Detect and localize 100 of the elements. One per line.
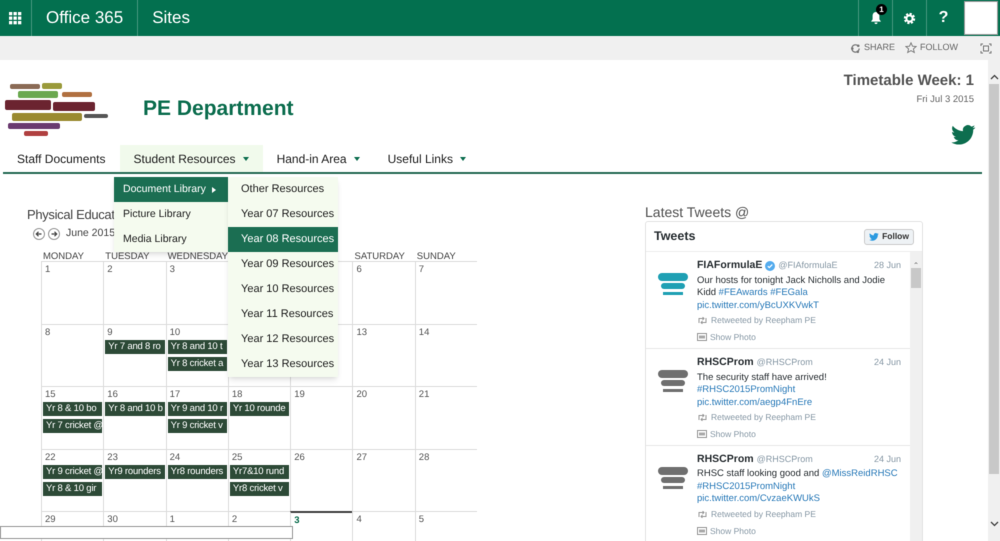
star-icon (904, 42, 917, 54)
scrollbar-thumb[interactable] (989, 84, 999, 474)
tweet-author[interactable]: RHSCProm (697, 354, 754, 370)
calendar-cell[interactable]: 4 (352, 511, 415, 541)
calendar-event[interactable]: Yr 8 & 10 gir (43, 482, 102, 496)
submenu-item[interactable]: Other Resources (228, 177, 338, 202)
tweet-link[interactable]: @MissReidRHSC (822, 468, 898, 480)
chevron-down-icon (990, 521, 998, 527)
submenu-item[interactable]: Year 10 Resources (228, 277, 338, 302)
date-number: 13 (356, 326, 368, 338)
calendar-cell[interactable]: 15 Yr 8 & 10 bo Yr 7 cricket @ (41, 386, 104, 448)
date-number: 14 (418, 326, 430, 338)
tweets-heading: Latest Tweets @ (645, 203, 750, 221)
calendar-cell[interactable]: 13 (352, 324, 415, 386)
calendar-event[interactable]: Yr 9 cricket @ (43, 464, 102, 478)
tweet-text: RHSC staff looking good and @MissReidRHSC #RHSC2015PromNight pic.twitter.com/CvzaeKWUkS (697, 468, 899, 506)
calendar-event[interactable]: Yr7&10 rund (230, 464, 290, 478)
date-number: 28 (418, 452, 430, 462)
nav-tab[interactable]: Useful Links (374, 145, 480, 172)
calendar-cell[interactable]: 18 Yr 10 rounde (228, 386, 290, 448)
date-number: 20 (356, 389, 368, 400)
calendar-cell[interactable]: 2 (103, 261, 166, 324)
calendar-cell[interactable]: 21 (414, 386, 478, 448)
calendar-event[interactable]: Yr 9 and 10 r (168, 402, 227, 416)
tweet-link[interactable]: #RHSC2015PromNight (697, 480, 796, 492)
action-button[interactable]: SHARE (850, 41, 895, 55)
calendar-event[interactable]: Yr 8 cricket a (168, 356, 227, 370)
calendar-cell[interactable]: 14 (414, 324, 478, 386)
current-date: Fri Jul 3 2015 (916, 92, 974, 106)
calendar-event[interactable]: Yr 10 rounde (230, 402, 290, 416)
follow-button[interactable]: Follow (864, 228, 914, 244)
tweet-author[interactable]: RHSCProm (697, 452, 754, 468)
tweet-link[interactable]: #RHSC2015PromNight (697, 384, 796, 395)
tweet-author[interactable]: FIAFormulaE (697, 258, 762, 274)
nav-tab[interactable]: Hand-in Area (262, 145, 374, 172)
tweet-link[interactable]: pic.twitter.com/CvzaeKWUkS (697, 493, 820, 504)
calendar-event[interactable]: Yr 8 and 10 b (105, 402, 165, 416)
date-number: 8 (45, 326, 50, 338)
calendar-cell[interactable]: 20 (352, 386, 415, 448)
calendar-cell[interactable]: 10 Yr 8 and 10 t Yr 8 cricket a (166, 324, 228, 386)
calendar-cell[interactable]: 25 Yr7&10 rund Yr8 cricket v (228, 448, 290, 511)
calendar-event[interactable]: Yr8 rounders (168, 464, 227, 478)
calendar-cell[interactable]: 16 Yr 8 and 10 b (103, 386, 166, 448)
tweet-link[interactable]: #FEAwards (718, 287, 768, 298)
previous-arrow-icon[interactable] (33, 228, 45, 240)
weekday-header: TUESDAY (105, 251, 150, 262)
calendar-cell[interactable]: 23 Yr9 rounders (103, 448, 166, 511)
calendar-event[interactable]: Yr9 rounders (105, 464, 165, 478)
calendar-cell[interactable]: 27 (352, 448, 415, 511)
calendar-cell[interactable]: 1 (41, 261, 104, 324)
date-number: 15 (45, 389, 56, 400)
calendar-cell[interactable]: 22 Yr 9 cricket @ Yr 8 & 10 gir (41, 448, 104, 511)
nav-tab[interactable]: Staff Documents (3, 145, 120, 172)
next-arrow-icon[interactable] (48, 228, 60, 240)
calendar-event[interactable]: Yr 8 and 10 t (168, 340, 227, 354)
calendar-cell[interactable]: 17 Yr 9 and 10 r Yr 9 cricket v (166, 386, 228, 448)
menu-item[interactable]: Media Library (114, 227, 228, 252)
grid-icon (9, 12, 22, 24)
calendar-cell[interactable]: 8 (41, 324, 104, 386)
avatar-box[interactable] (964, 1, 998, 35)
date-number: 1 (45, 264, 50, 275)
tweet-link[interactable]: #FEGala (770, 287, 808, 298)
calendar-event[interactable]: Yr 7 and 8 ro (105, 340, 165, 354)
date-number: 19 (294, 389, 305, 400)
menu-item[interactable]: Picture Library (114, 202, 228, 227)
page-scrollbar[interactable] (988, 60, 1000, 541)
weekday-header: WEDNESDAY (168, 251, 228, 262)
calendar-cell[interactable]: 7 (414, 261, 478, 324)
calendar-event[interactable]: Yr 7 cricket @ (43, 419, 102, 433)
submenu-item[interactable]: Year 08 Resources (228, 227, 338, 252)
weekday-header: SATURDAY (354, 251, 405, 262)
action-button[interactable]: FOLLOW (904, 41, 958, 55)
calendar-cell[interactable]: 6 (352, 261, 415, 324)
bird-icon (869, 232, 880, 240)
calendar-cell[interactable]: 24 Yr8 rounders (166, 448, 228, 511)
calendar-cell[interactable]: 19 (290, 386, 352, 448)
focus-button[interactable] (980, 42, 992, 54)
share-icon (850, 42, 861, 54)
retweet-icon (697, 414, 708, 421)
submenu-item[interactable]: Year 07 Resources (228, 202, 338, 227)
feed-scrollbar[interactable] (910, 252, 922, 541)
calendar-cell[interactable]: 5 (414, 511, 478, 541)
date-number: 30 (107, 514, 118, 525)
submenu-item[interactable]: Year 13 Resources (228, 352, 338, 377)
calendar-event[interactable]: Yr 8 & 10 bo (43, 402, 102, 416)
sites-link[interactable]: Sites (138, 0, 204, 36)
calendar-event[interactable]: Yr 9 cricket v (168, 419, 227, 433)
calendar-event[interactable]: Yr8 cricket v (230, 482, 290, 496)
tweet-link[interactable]: pic.twitter.com/yBcUXKVwkT (697, 300, 819, 311)
submenu-item[interactable]: Year 12 Resources (228, 327, 338, 352)
calendar-cell[interactable]: 28 (414, 448, 478, 511)
calendar-cell[interactable]: 26 (290, 448, 352, 511)
scrollbar-thumb[interactable] (911, 268, 921, 288)
nav-tab[interactable]: Student Resources (120, 145, 263, 172)
calendar-cell[interactable]: 9 Yr 7 and 8 ro (103, 324, 166, 386)
submenu-item[interactable]: Year 11 Resources (228, 302, 338, 327)
tweet-link[interactable]: pic.twitter.com/aegp4FnEre (697, 396, 812, 408)
menu-item[interactable]: Document Library (114, 177, 228, 202)
submenu-item[interactable]: Year 09 Resources (228, 252, 338, 277)
retweet-icon (697, 317, 708, 324)
